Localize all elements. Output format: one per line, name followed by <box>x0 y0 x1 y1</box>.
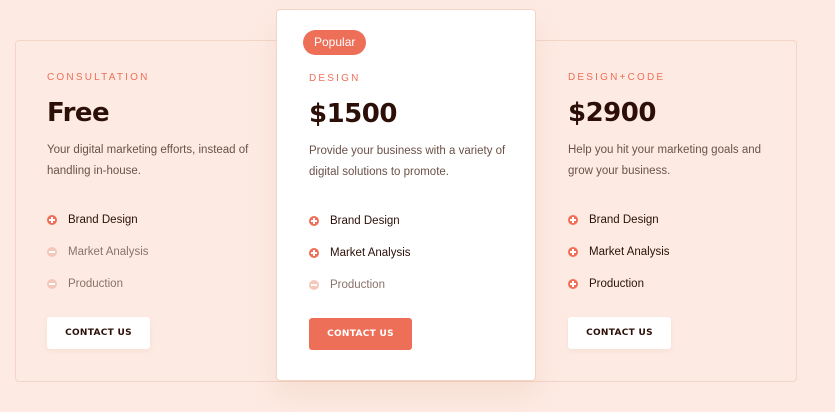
feature-label: Production <box>330 279 385 291</box>
plan-description: Provide your business with a variety of … <box>309 145 506 178</box>
plan-description: Help you hit your marketing goals and gr… <box>568 144 762 177</box>
plus-circle-icon <box>568 279 578 289</box>
plus-circle-icon <box>309 216 319 226</box>
plus-circle-icon <box>47 215 57 225</box>
feature-item-market-analysis: Market Analysis <box>309 237 515 269</box>
plan-card-consultation: CONSULTATION Free Your digital marketing… <box>15 40 275 382</box>
feature-label: Market Analysis <box>68 246 149 258</box>
plan-price: $2900 <box>568 98 656 128</box>
feature-label: Brand Design <box>589 214 659 226</box>
feature-item-brand-design: Brand Design <box>309 205 515 237</box>
plan-description: Your digital marketing efforts, instead … <box>47 144 249 177</box>
minus-circle-icon <box>47 279 57 289</box>
contact-us-button[interactable]: CONTACT US <box>309 318 412 350</box>
feature-item-production: Production <box>47 268 255 300</box>
plus-circle-icon <box>309 248 319 258</box>
feature-label: Brand Design <box>68 214 138 226</box>
feature-item-production: Production <box>568 268 776 300</box>
feature-list: Brand Design Market Analysis Production <box>568 204 776 300</box>
feature-label: Production <box>589 278 644 290</box>
feature-label: Brand Design <box>330 215 400 227</box>
contact-us-button[interactable]: CONTACT US <box>47 317 150 349</box>
popular-badge: Popular <box>303 30 367 55</box>
feature-label: Production <box>68 278 123 290</box>
feature-item-production: Production <box>309 269 515 301</box>
feature-label: Market Analysis <box>589 246 670 258</box>
plan-card-design-code: DESIGN+CODE $2900 Help you hit your mark… <box>536 40 796 382</box>
plus-circle-icon <box>568 215 578 225</box>
minus-circle-icon <box>47 247 57 257</box>
feature-list: Brand Design Market Analysis Production <box>47 204 255 300</box>
plan-card-design: Popular DESIGN $1500 Provide your busine… <box>276 9 536 381</box>
feature-item-brand-design: Brand Design <box>47 204 255 236</box>
feature-item-market-analysis: Market Analysis <box>568 236 776 268</box>
plan-label: DESIGN+CODE <box>568 72 666 83</box>
plan-price: $1500 <box>309 99 397 129</box>
minus-circle-icon <box>309 280 319 290</box>
plan-price: Free <box>47 98 110 128</box>
feature-item-market-analysis: Market Analysis <box>47 236 255 268</box>
plan-label: DESIGN <box>309 73 361 84</box>
feature-list: Brand Design Market Analysis Production <box>309 205 515 301</box>
contact-us-button[interactable]: CONTACT US <box>568 317 671 349</box>
feature-item-brand-design: Brand Design <box>568 204 776 236</box>
plan-label: CONSULTATION <box>47 72 150 83</box>
feature-label: Market Analysis <box>330 247 411 259</box>
plus-circle-icon <box>568 247 578 257</box>
